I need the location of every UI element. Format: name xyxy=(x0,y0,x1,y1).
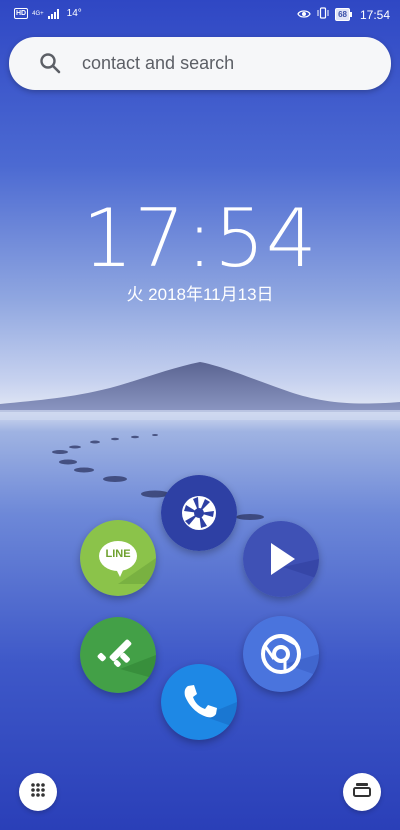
recent-apps-button[interactable] xyxy=(343,773,381,811)
recent-apps-icon xyxy=(353,782,371,803)
app-line[interactable]: LINE xyxy=(80,520,156,596)
line-logo-text: LINE xyxy=(105,548,131,560)
battery-icon: 68 xyxy=(335,8,352,21)
app-phone[interactable] xyxy=(161,664,237,740)
play-icon xyxy=(243,521,319,597)
hd-badge: HD xyxy=(14,8,29,19)
phone-icon xyxy=(161,664,237,740)
app-play-store[interactable] xyxy=(243,521,319,597)
apps-grid-icon xyxy=(30,782,46,803)
vibrate-icon xyxy=(317,7,329,22)
app-chrome[interactable] xyxy=(243,616,319,692)
eye-comfort-icon xyxy=(297,8,311,22)
temperature: 14° xyxy=(66,8,82,19)
status-time: 17:54 xyxy=(359,7,390,22)
search-icon xyxy=(39,52,61,74)
app-feedly[interactable] xyxy=(80,617,156,693)
app-drawer-button[interactable] xyxy=(19,773,57,811)
signal-icon xyxy=(47,8,59,19)
app-camera[interactable] xyxy=(161,475,237,551)
search-placeholder: contact and search xyxy=(82,53,235,73)
chrome-icon xyxy=(243,616,319,692)
clock-date: 火 2018年11月13日 xyxy=(126,285,274,304)
feedly-icon xyxy=(80,617,156,693)
camera-aperture-icon xyxy=(161,475,237,551)
search-bar[interactable]: contact and search xyxy=(9,37,391,90)
clock-time[interactable]: 17:54 xyxy=(0,196,400,282)
status-bar: HD 4G+ 14° 68 17:54 xyxy=(0,0,400,30)
network-type: 4G+ xyxy=(32,10,44,17)
